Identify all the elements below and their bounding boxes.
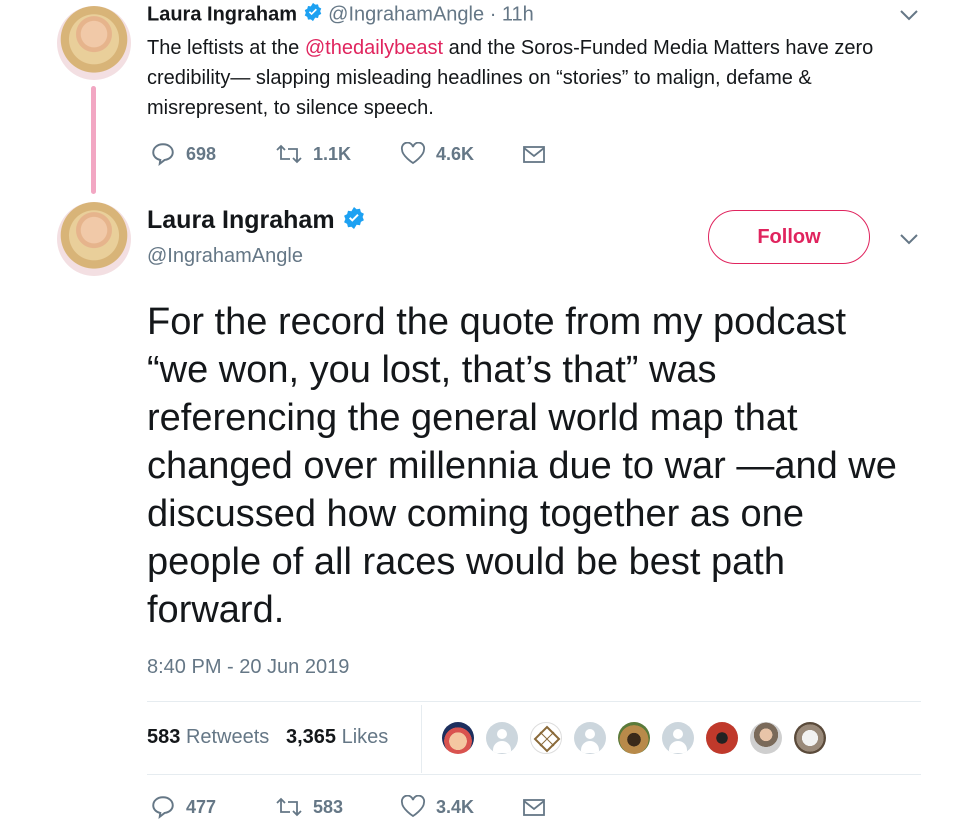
retweet-icon [275, 142, 303, 166]
like-button[interactable]: 4.6K [400, 141, 522, 167]
retweet-icon [275, 795, 303, 819]
retweet-button[interactable]: 583 [275, 794, 400, 820]
liker-avatar[interactable] [794, 722, 826, 754]
reply-count: 477 [186, 796, 217, 817]
dm-icon [522, 143, 546, 165]
divider-top [147, 701, 921, 702]
like-icon [400, 142, 426, 166]
dm-icon [522, 796, 546, 818]
like-stat[interactable]: 3,365 Likes [286, 726, 388, 748]
main-author-name[interactable]: Laura Ingraham [147, 206, 335, 234]
parent-author-name[interactable]: Laura Ingraham [147, 3, 297, 25]
main-author-handle[interactable]: @IngrahamAngle [147, 245, 303, 268]
liker-avatar-default[interactable] [574, 722, 606, 754]
chevron-down-icon[interactable] [899, 8, 919, 27]
like-stat-count: 3,365 [285, 726, 337, 748]
mention-link[interactable]: @thedailybeast [305, 37, 443, 59]
liker-avatar-default[interactable] [662, 722, 694, 754]
liker-avatar[interactable] [706, 722, 738, 754]
retweet-count: 583 [313, 796, 344, 817]
engagement-stats: 583 Retweets 3,365 Likes [147, 726, 388, 749]
reply-icon [150, 141, 176, 167]
parent-avatar[interactable] [57, 6, 131, 80]
main-avatar[interactable] [57, 202, 131, 276]
thread-line [91, 86, 96, 194]
stats-divider [421, 705, 422, 773]
main-actions: 477 583 3.4K [150, 794, 546, 820]
reply-button[interactable]: 698 [150, 141, 275, 167]
parent-tweet-time[interactable]: · 11h [490, 3, 534, 25]
tweet-timestamp[interactable]: 8:40 PM - 20 Jun 2019 [147, 656, 349, 679]
retweet-stat[interactable]: 583 Retweets [147, 726, 269, 748]
main-author-name-row: Laura Ingraham [147, 206, 366, 237]
retweet-stat-count: 583 [147, 726, 181, 748]
retweet-count: 1.1K [313, 143, 352, 164]
like-count: 4.6K [436, 143, 475, 164]
verified-badge-icon [303, 2, 323, 28]
like-stat-label: Likes [341, 726, 389, 748]
follow-button[interactable]: Follow [708, 210, 870, 264]
reply-count: 698 [186, 143, 217, 164]
parent-author-handle[interactable]: @IngrahamAngle [328, 3, 484, 25]
liker-avatar[interactable] [442, 722, 474, 754]
chevron-down-icon[interactable] [899, 232, 919, 251]
divider-bottom [147, 774, 921, 775]
like-count: 3.4K [436, 796, 475, 817]
retweet-button[interactable]: 1.1K [275, 141, 400, 167]
parent-tweet-text: The leftists at the @thedailybeast and t… [147, 33, 937, 123]
main-tweet-text: For the record the quote from my podcast… [147, 301, 897, 631]
reply-icon [150, 794, 176, 820]
liker-avatar-default[interactable] [486, 722, 518, 754]
parent-text-before: The leftists at the [147, 37, 305, 59]
parent-actions: 698 1.1K 4.6K [150, 141, 546, 167]
liker-avatar[interactable] [530, 722, 562, 754]
parent-tweet-header: Laura Ingraham @IngrahamAngle · 11h [147, 2, 534, 28]
like-button[interactable]: 3.4K [400, 794, 522, 820]
verified-badge-icon [342, 206, 366, 237]
reply-button[interactable]: 477 [150, 794, 275, 820]
retweet-stat-label: Retweets [185, 726, 270, 748]
dm-button[interactable] [522, 794, 546, 820]
liker-avatar[interactable] [618, 722, 650, 754]
likers-avatars [442, 722, 826, 754]
liker-avatar[interactable] [750, 722, 782, 754]
like-icon [400, 795, 426, 819]
dm-button[interactable] [522, 141, 546, 167]
